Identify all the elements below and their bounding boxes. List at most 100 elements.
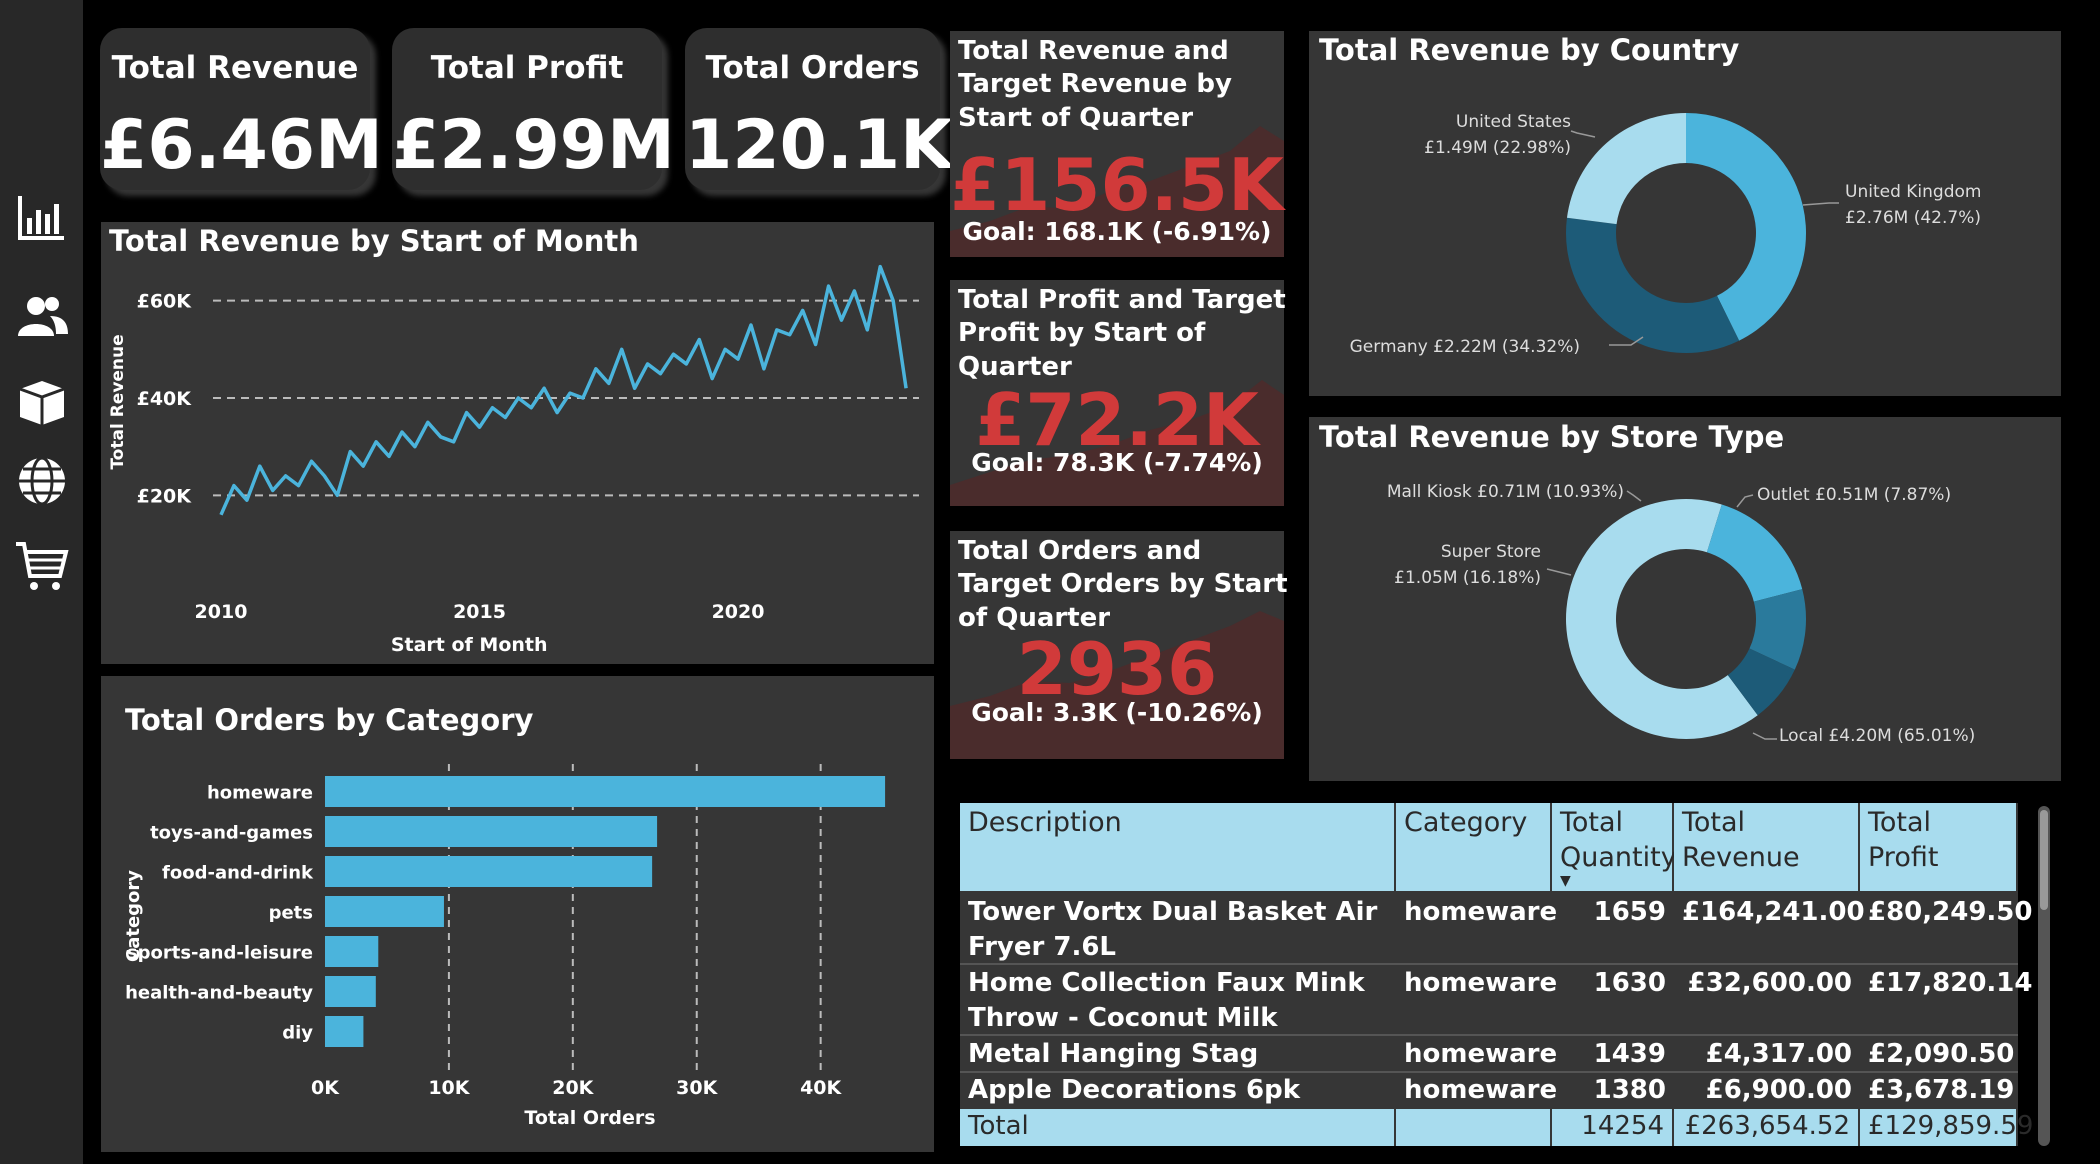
slice-label: United States <box>1456 112 1571 132</box>
bar <box>325 896 444 927</box>
category-label: health-and-beauty <box>125 983 313 1004</box>
revenue-by-store-panel: Total Revenue by Store Type Local £4.20M… <box>1309 417 2061 781</box>
col-header-quantity[interactable]: Total Quantity ▼ <box>1552 803 1677 891</box>
revenue-by-month-panel: Total Revenue by Start of Month £20K £40K… <box>101 222 934 664</box>
leader-line <box>1736 494 1754 508</box>
table-scrollbar[interactable] <box>2038 806 2050 1146</box>
kpi-goal: Goal: 168.1K (-6.91%) <box>962 217 1272 246</box>
sidebar <box>0 0 83 1164</box>
cell-quantity: 1630 <box>1593 968 1666 998</box>
y-tick-label: £40K <box>137 388 193 410</box>
slice-label: £2.76M (42.7%) <box>1845 208 1981 228</box>
bar <box>325 776 886 807</box>
x-axis-label: Total Orders <box>524 1107 655 1129</box>
category-label: toys-and-games <box>150 823 313 844</box>
leader-line <box>1752 732 1777 740</box>
row-divider <box>960 963 2018 965</box>
orders-by-category-panel: Total Orders by Category 0K 10K 20K 30K 40K h… <box>101 676 934 1152</box>
x-tick-label: 2010 <box>195 601 248 623</box>
kpi-goal: Goal: 3.3K (-10.26%) <box>971 698 1263 727</box>
kpi-value: £156.5K <box>950 143 1284 227</box>
col-header-quantity-label: Total Quantity <box>1560 807 1677 873</box>
scrollbar-thumb[interactable] <box>2040 810 2048 910</box>
cell-category: homeware <box>1404 1039 1558 1069</box>
category-label: sports-and-leisure <box>127 943 313 964</box>
total-category-empty <box>1396 1109 1552 1146</box>
x-tick-label: 40K <box>800 1077 842 1099</box>
col-header-revenue[interactable]: Total Revenue <box>1674 803 1860 891</box>
leader-line <box>1626 490 1642 502</box>
slice-label: Local £4.20M (65.01%) <box>1779 726 1975 746</box>
category-label: homeware <box>207 783 313 804</box>
kpi-orders-panel: Total Orders and Target Orders by Start … <box>950 531 1288 759</box>
x-axis-label: Start of Month <box>391 634 548 656</box>
cell-quantity: 1439 <box>1593 1039 1666 1069</box>
cell-quantity: 1380 <box>1593 1075 1666 1105</box>
kpi-profit-panel: Total Profit and Target Profit by Start … <box>950 280 1286 506</box>
slice-label: Mall Kiosk £0.71M (10.93%) <box>1387 482 1624 502</box>
x-tick-label: 2020 <box>712 601 765 623</box>
slice-label: £1.05M (16.18%) <box>1394 568 1541 588</box>
col-header-description[interactable]: Description <box>960 803 1396 891</box>
donut-slice <box>1706 504 1803 602</box>
card-value: £6.46M <box>100 106 383 185</box>
card-title: Total Orders <box>705 50 920 86</box>
bar <box>325 1016 364 1047</box>
y-tick-label: £20K <box>137 485 193 507</box>
total-quantity: 14254 <box>1552 1109 1674 1146</box>
cell-category: homeware <box>1404 1075 1558 1105</box>
x-tick-label: 0K <box>311 1077 340 1099</box>
x-tick-label: 20K <box>552 1077 594 1099</box>
category-label: food-and-drink <box>162 863 314 884</box>
kpi-goal: Goal: 78.3K (-7.74%) <box>971 448 1263 477</box>
donut-slice <box>1566 113 1686 225</box>
globe-icon[interactable] <box>14 453 70 509</box>
store-type-donut-chart: Local £4.20M (65.01%) Super Store £1.05M (… <box>1387 482 1975 746</box>
box-icon[interactable] <box>14 373 70 429</box>
cart-icon[interactable] <box>14 538 70 594</box>
cell-description: Home Collection Faux Mink Throw - Coconu… <box>968 968 1365 1033</box>
bar <box>325 976 376 1007</box>
total-profit: £129,859.59 <box>1860 1109 2033 1146</box>
cell-profit: £3,678.19 <box>1868 1075 2015 1105</box>
slice-label: Outlet £0.51M (7.87%) <box>1757 485 1951 505</box>
total-revenue-card: Total Revenue £6.46M <box>100 28 383 190</box>
y-tick-label: £60K <box>137 291 193 313</box>
col-header-category[interactable]: Category <box>1396 803 1552 891</box>
cell-profit: £2,090.50 <box>1868 1039 2015 1069</box>
revenue-by-country-panel: Total Revenue by Country United Kingdom £… <box>1309 31 2061 396</box>
kpi-revenue-panel: Total Revenue and Target Revenue by Star… <box>950 31 1284 257</box>
slice-label: £1.49M (22.98%) <box>1424 138 1571 158</box>
cell-revenue: £164,241.00 <box>1682 897 1865 927</box>
x-tick-label: 10K <box>428 1077 470 1099</box>
donut-slice <box>1566 217 1740 353</box>
cell-revenue: £6,900.00 <box>1705 1075 1852 1105</box>
col-header-profit[interactable]: Total Profit <box>1860 803 2018 891</box>
card-value: £2.99M <box>392 106 675 185</box>
products-table: Description Category Total Quantity ▼ To… <box>960 803 2033 1146</box>
revenue-series-line <box>219 264 908 516</box>
bar <box>325 856 653 887</box>
cell-quantity: 1659 <box>1593 897 1666 927</box>
card-value: 120.1K <box>685 106 953 185</box>
x-tick-label: 30K <box>676 1077 718 1099</box>
bar <box>325 816 658 847</box>
slice-label: Germany £2.22M (34.32%) <box>1350 337 1580 357</box>
cell-revenue: £4,317.00 <box>1705 1039 1852 1069</box>
cell-revenue: £32,600.00 <box>1687 968 1852 998</box>
cell-category: homeware <box>1404 968 1558 998</box>
card-title: Total Profit <box>430 50 624 86</box>
bar <box>325 936 379 967</box>
country-donut-chart: United Kingdom £2.76M (42.7%) Germany £2.2… <box>1350 112 1982 357</box>
revenue-line-chart: £20K £40K £60K 2010 2015 2020 Start of Month To… <box>108 264 919 656</box>
category-label: diy <box>282 1023 313 1044</box>
bar-chart-icon[interactable] <box>14 190 70 246</box>
total-revenue: £263,654.52 <box>1674 1109 1860 1146</box>
users-icon[interactable] <box>14 290 70 346</box>
cell-description: Tower Vortx Dual Basket Air Fryer 7.6L <box>968 897 1378 962</box>
cell-profit: £80,249.50 <box>1868 897 2033 927</box>
leader-line <box>1570 130 1596 138</box>
slice-label: Super Store <box>1441 542 1541 562</box>
cell-category: homeware <box>1404 897 1558 927</box>
kpi-title: Total Revenue and Target Revenue by Star… <box>958 36 1232 133</box>
